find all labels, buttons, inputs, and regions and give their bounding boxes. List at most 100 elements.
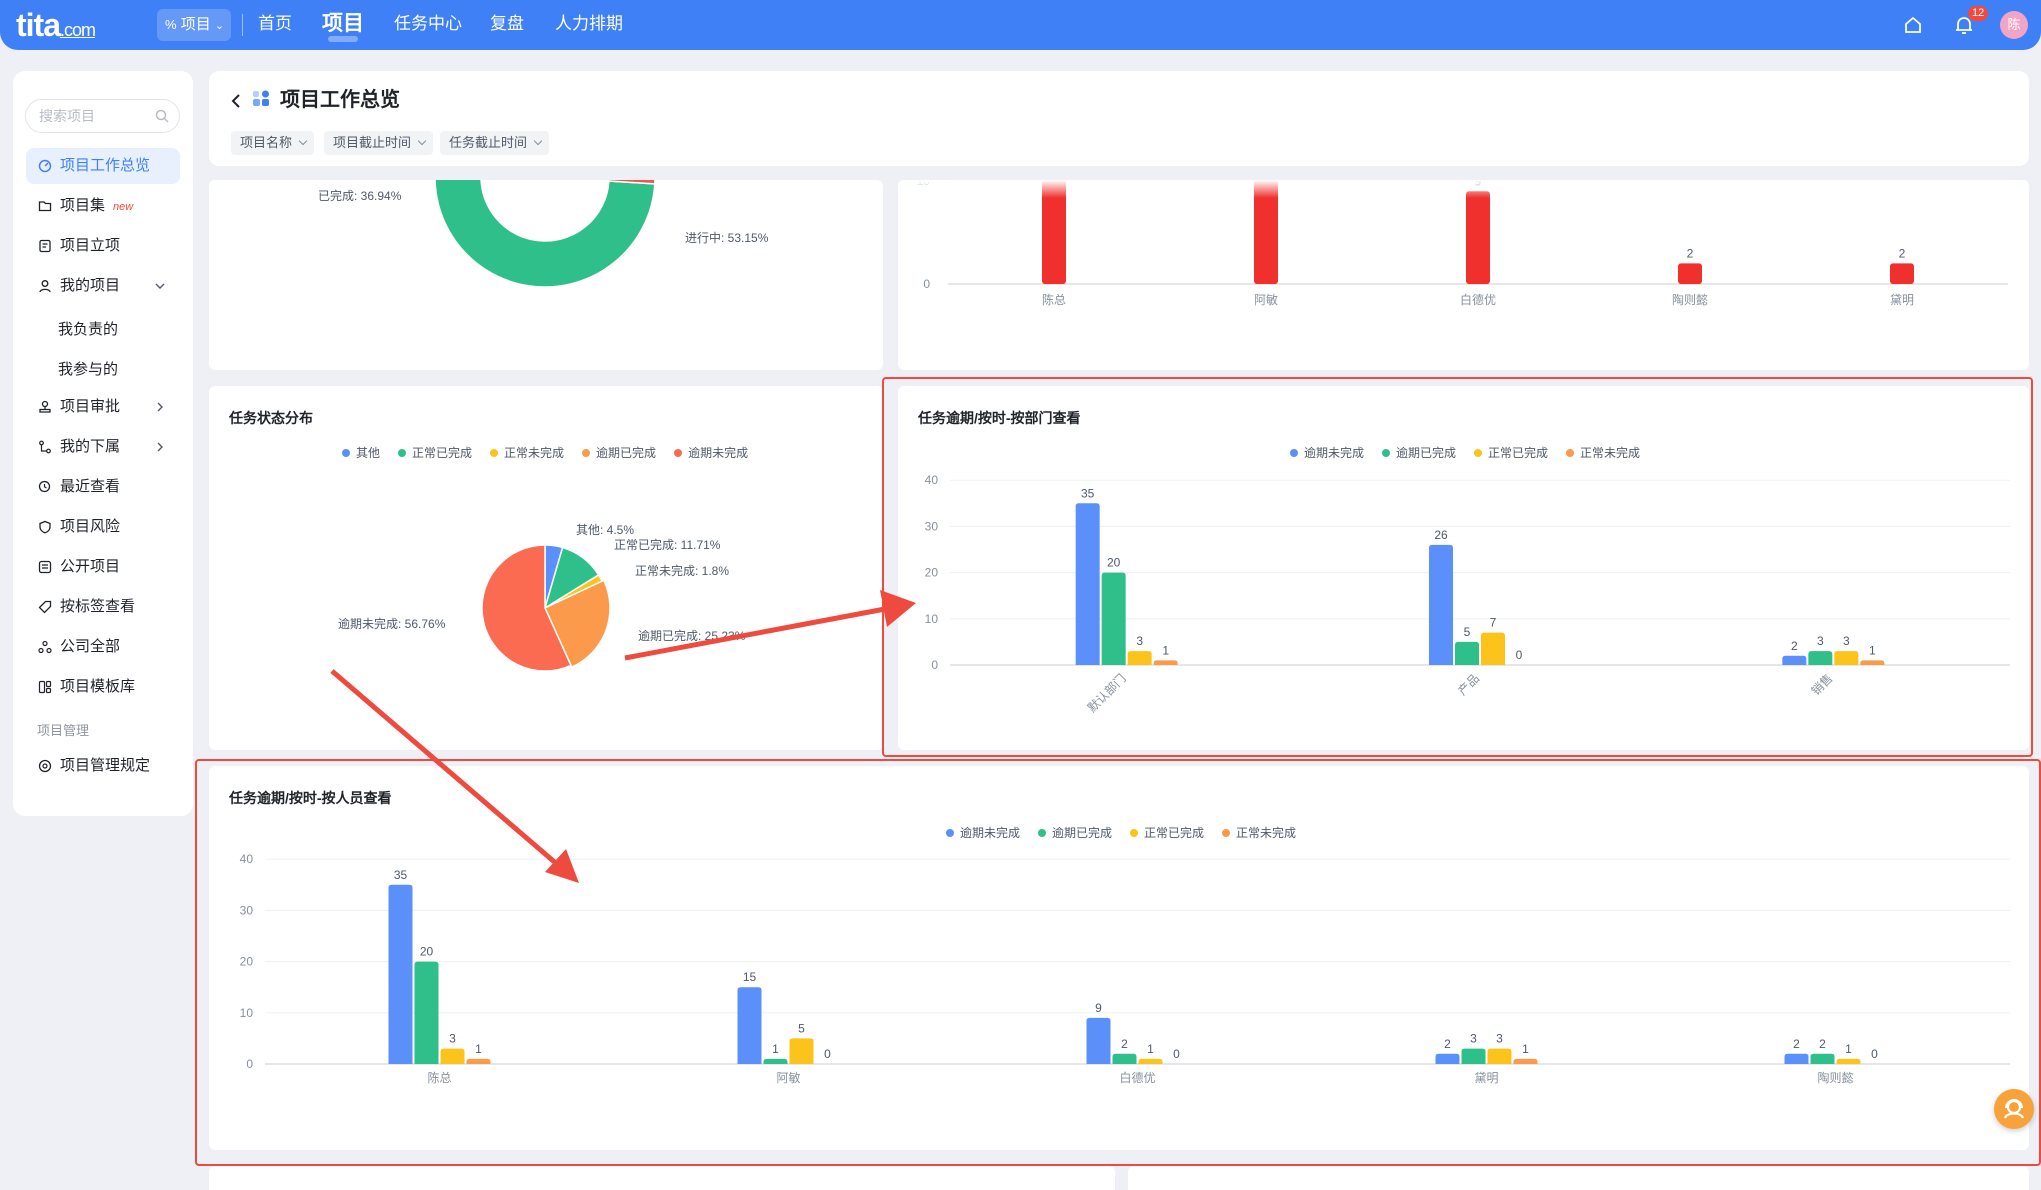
sidebar-item-my-projects[interactable]: 我的项目 [26,268,180,304]
highlight-box-person [195,759,2041,1166]
y-tick-label: 0 [923,277,930,291]
sidebar-item-company[interactable]: 公司全部 [26,629,180,665]
pie-label-normal-undone: 正常未完成: 1.8% [635,564,730,578]
highlight-box-dept [882,377,2033,757]
chevron-down-icon: ⌄ [214,20,225,32]
pie-label-overdue-done: 逾期已完成: 25.23% [638,629,746,643]
project-module-switch[interactable]: % 项目 ⌄ [157,9,231,41]
sidebar-item-project-set[interactable]: 项目集 new [26,188,180,224]
sidebar-item-recent[interactable]: 最近查看 [26,469,180,505]
bar [1678,263,1702,284]
task-status-card: 任务状态分布 其他 正常已完成 正常未完成 逾期已完成 逾期未完成 其他: 4.… [209,386,883,750]
sidebar-item-risk[interactable]: 项目风险 [26,509,180,545]
pie-label-in-progress: 进行中: 53.15% [685,231,769,245]
bar [1466,191,1490,284]
page-header: 项目工作总览 项目名称 项目截止时间 任务截止时间 [209,71,2029,166]
pie-label-overdue-undone: 逾期未完成: 56.76% [338,617,446,631]
top-fade [898,180,2029,198]
sidebar-item-label: 项目立项 [60,237,121,254]
sidebar-item-public[interactable]: 公开项目 [26,549,180,585]
org-icon [39,440,51,454]
home-icon[interactable] [1901,13,1925,37]
pie-label-completed: 已完成: 36.94% [318,189,402,203]
sidebar-item-initiation[interactable]: 项目立项 [26,228,180,264]
nav-project[interactable]: 项目 [322,0,364,50]
x-tick-label: 陶则懿 [1672,292,1708,307]
bar [1890,263,1914,284]
sidebar-item-label: 公司全部 [60,638,121,655]
module-switch-label: 项目 [180,16,211,33]
customer-service-button[interactable] [1994,1089,2034,1129]
doc-icon [39,239,51,253]
chevron-down-icon [155,283,165,289]
search-placeholder: 搜索项目 [39,108,95,124]
sidebar-item-templates[interactable]: 项目模板库 [26,669,180,705]
sidebar-item-label: 我的项目 [60,277,121,294]
avatar[interactable]: 陈 [2000,11,2028,39]
sidebar-item-label: 项目审批 [60,398,121,415]
history-icon [38,480,51,493]
company-icon [38,640,52,654]
x-tick-label: 白德优 [1460,292,1496,307]
chevron-right-icon [157,442,163,452]
tag-icon [38,600,52,614]
notification-badge: 12 [1968,6,1989,21]
list-icon [38,560,52,574]
x-tick-label: 阿敏 [1254,292,1278,307]
sidebar-item-label: 项目集 [60,197,106,214]
task-status-pie [481,544,611,672]
sidebar-item-label: 项目工作总览 [60,157,151,174]
template-icon [38,680,52,694]
sidebar: 搜索项目 项目工作总览 项目集 new 项目立项 我的项目 我负责的 我参与的 项… [13,71,193,816]
filter-project-deadline[interactable]: 项目截止时间 [324,131,434,155]
sidebar-item-label: 项目模板库 [60,678,136,695]
pie-label-normal-done: 正常已完成: 11.71% [614,538,721,552]
bar-value-label: 2 [1899,246,1906,260]
filter-task-deadline[interactable]: 任务截止时间 [440,131,550,155]
sidebar-item-rules[interactable]: 项目管理规定 [26,748,180,784]
headset-icon [2003,1099,2025,1119]
sidebar-item-label: 最近查看 [60,478,121,495]
sidebar-item-by-tag[interactable]: 按标签查看 [26,589,180,625]
overdue-by-person-top-card: 010陈总15阿敏9白德优2陶则懿2黛明 [898,180,2029,370]
overview-logo-icon [253,90,269,106]
sidebar-item-label: 项目风险 [60,518,121,535]
overdue-by-person-top-chart: 010陈总15阿敏9白德优2陶则懿2黛明 [898,180,2029,307]
back-arrow-icon[interactable] [229,91,243,111]
nav-review[interactable]: 复盘 [490,0,524,50]
tita-logo[interactable]: tita.com [16,7,96,44]
new-tag: new [113,201,134,213]
nav-task-center[interactable]: 任务中心 [394,0,462,50]
stamp-icon [39,400,51,413]
bottom-card-left [209,1166,1115,1190]
nav-resource-schedule[interactable]: 人力排期 [555,0,623,50]
bar-value-label: 2 [1687,246,1694,260]
filter-project-name[interactable]: 项目名称 [231,131,315,155]
sidebar-item-approval[interactable]: 项目审批 [26,389,180,425]
shield-icon [39,520,51,534]
rules-icon [38,759,52,773]
project-progress-donut [434,180,656,288]
top-nav-bar: tita.com % 项目 ⌄ 首页 项目 任务中心 复盘 人力排期 12 陈 [0,0,2041,50]
folder-icon [38,201,52,212]
nav-home[interactable]: 首页 [258,0,292,50]
user-icon [39,280,51,293]
sidebar-item-subordinates[interactable]: 我的下属 [26,429,180,465]
sidebar-item-responsible[interactable]: 我负责的 [58,318,118,339]
chevron-right-icon [157,402,163,412]
module-grid-icon: % [165,17,177,32]
nav-divider [242,14,243,36]
x-tick-label: 黛明 [1890,293,1914,307]
sidebar-item-label: 我的下属 [60,438,121,455]
search-input[interactable]: 搜索项目 [25,99,180,133]
sidebar-item-participated[interactable]: 我参与的 [58,358,118,379]
sidebar-item-label: 按标签查看 [60,598,136,615]
dashboard-icon [38,159,52,173]
donut-slice-in-progress [434,180,656,288]
search-icon [155,109,169,123]
sidebar-item-label: 公开项目 [60,558,121,575]
sidebar-item-overview[interactable]: 项目工作总览 [26,148,180,184]
page-title: 项目工作总览 [280,89,400,111]
project-progress-card: 已完成: 36.94% 进行中: 53.15% [209,180,883,370]
sidebar-group-label: 项目管理 [37,723,90,738]
